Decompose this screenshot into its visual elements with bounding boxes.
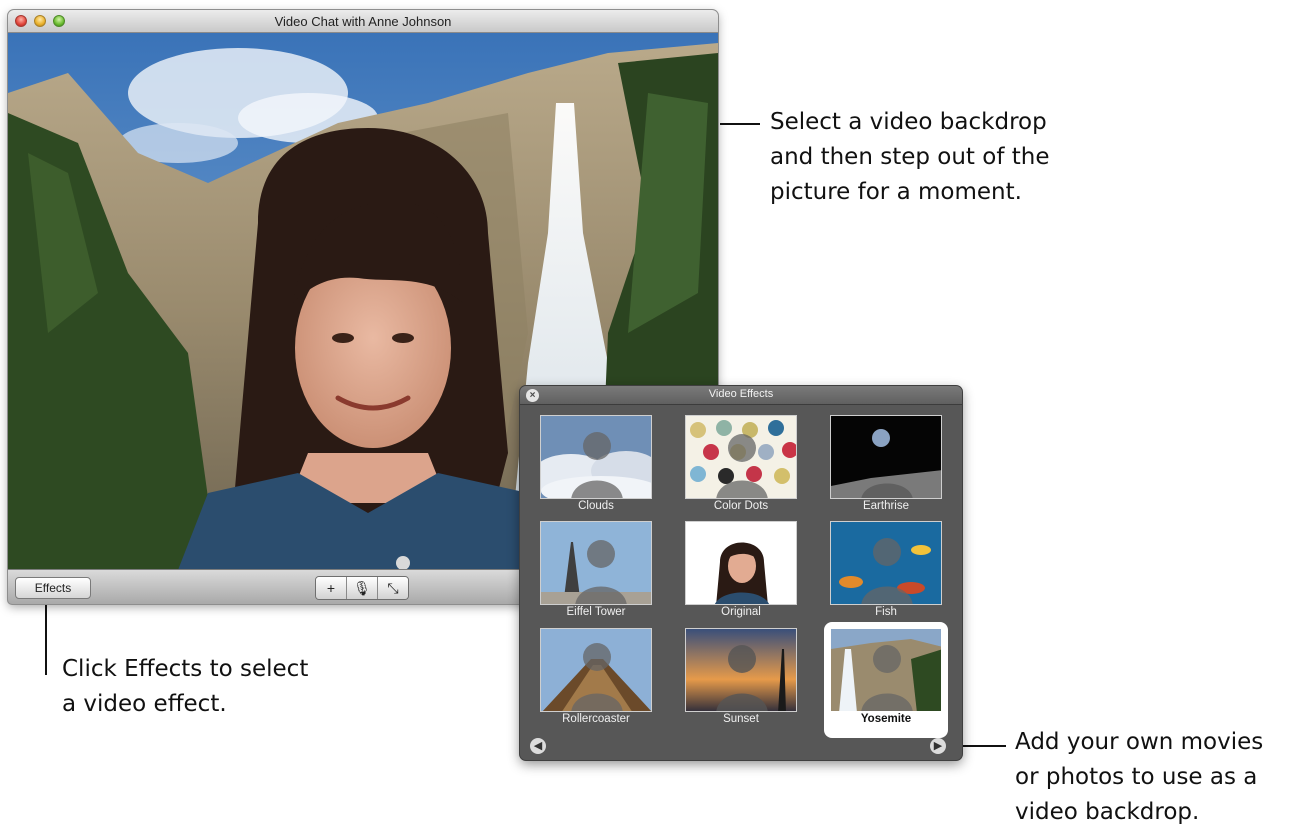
effect-tile-label: Eiffel Tower <box>566 606 626 618</box>
effect-tile-earthrise[interactable]: Earthrise <box>830 415 942 517</box>
effect-tile-label: Earthrise <box>862 500 910 512</box>
effect-thumbnail <box>830 628 942 712</box>
effect-tile-label: Fish <box>875 606 897 618</box>
mute-microphone-icon[interactable]: 🎙 <box>347 577 378 599</box>
effects-tip-line: Click Effects to select <box>62 656 309 682</box>
fullscreen-icon[interactable]: ⤡ <box>378 577 408 599</box>
effect-thumbnail <box>685 628 797 712</box>
effect-tile-rollercoaster[interactable]: Rollercoaster <box>540 628 652 730</box>
effect-tile-label: Original <box>721 606 761 618</box>
backdrop-tip-line: picture for a moment. <box>770 179 1022 205</box>
effect-tile-original[interactable]: Original <box>685 521 797 623</box>
backdrop-tip-line: Select a video backdrop <box>770 109 1047 135</box>
effect-thumbnail <box>540 415 652 499</box>
effect-tile-fish[interactable]: Fish <box>830 521 942 623</box>
arrow-right-icon[interactable]: ▶ <box>930 738 946 754</box>
backdrop-tip: Select a video backdrop and then step ou… <box>770 105 1049 210</box>
window-title: Video Chat with Anne Johnson <box>274 14 452 29</box>
backdrop-tip-line: and then step out of the <box>770 144 1050 170</box>
effect-thumbnail <box>685 415 797 499</box>
effect-thumbnail <box>685 521 797 605</box>
effect-thumbnail <box>540 628 652 712</box>
effects-tip: Click Effects to select a video effect. <box>62 652 308 722</box>
effects-button[interactable]: Effects <box>15 577 91 599</box>
effect-tile-label: Yosemite <box>860 713 912 725</box>
effect-tile-color-dots[interactable]: Color Dots <box>685 415 797 517</box>
effect-tile-label: Clouds <box>578 500 614 512</box>
plus-icon[interactable]: + <box>316 577 347 599</box>
effect-tile-label: Color Dots <box>713 500 769 512</box>
custom-tip-line: video backdrop. <box>1015 799 1200 825</box>
window-titlebar[interactable]: Video Chat with Anne Johnson <box>8 10 718 33</box>
chat-control-group: + 🎙 ⤡ <box>315 576 409 600</box>
effect-thumbnail <box>830 521 942 605</box>
effect-tile-label: Sunset <box>723 713 759 725</box>
effects-tip-leader-line <box>45 605 47 675</box>
effect-tile-label: Rollercoaster <box>562 713 630 725</box>
custom-tip-line: or photos to use as a <box>1015 764 1258 790</box>
effects-panel-title: Video Effects <box>708 388 774 400</box>
custom-tip-line: Add your own movies <box>1015 729 1264 755</box>
effect-tile-sunset[interactable]: Sunset <box>685 628 797 730</box>
backdrop-tip-leader-line <box>720 123 760 125</box>
effect-tile-eiffel-tower[interactable]: Eiffel Tower <box>540 521 652 623</box>
effect-thumbnail <box>830 415 942 499</box>
effects-panel-titlebar[interactable]: × Video Effects <box>520 386 962 405</box>
custom-tip: Add your own movies or photos to use as … <box>1015 725 1263 830</box>
arrow-left-icon[interactable]: ◀ <box>530 738 546 754</box>
effect-thumbnail <box>540 521 652 605</box>
video-effects-panel: × Video Effects Clouds Color Dots Earthr… <box>520 386 962 760</box>
effect-tile-clouds[interactable]: Clouds <box>540 415 652 517</box>
effects-tip-line: a video effect. <box>62 691 227 717</box>
effect-tile-yosemite[interactable]: Yosemite <box>824 622 948 738</box>
